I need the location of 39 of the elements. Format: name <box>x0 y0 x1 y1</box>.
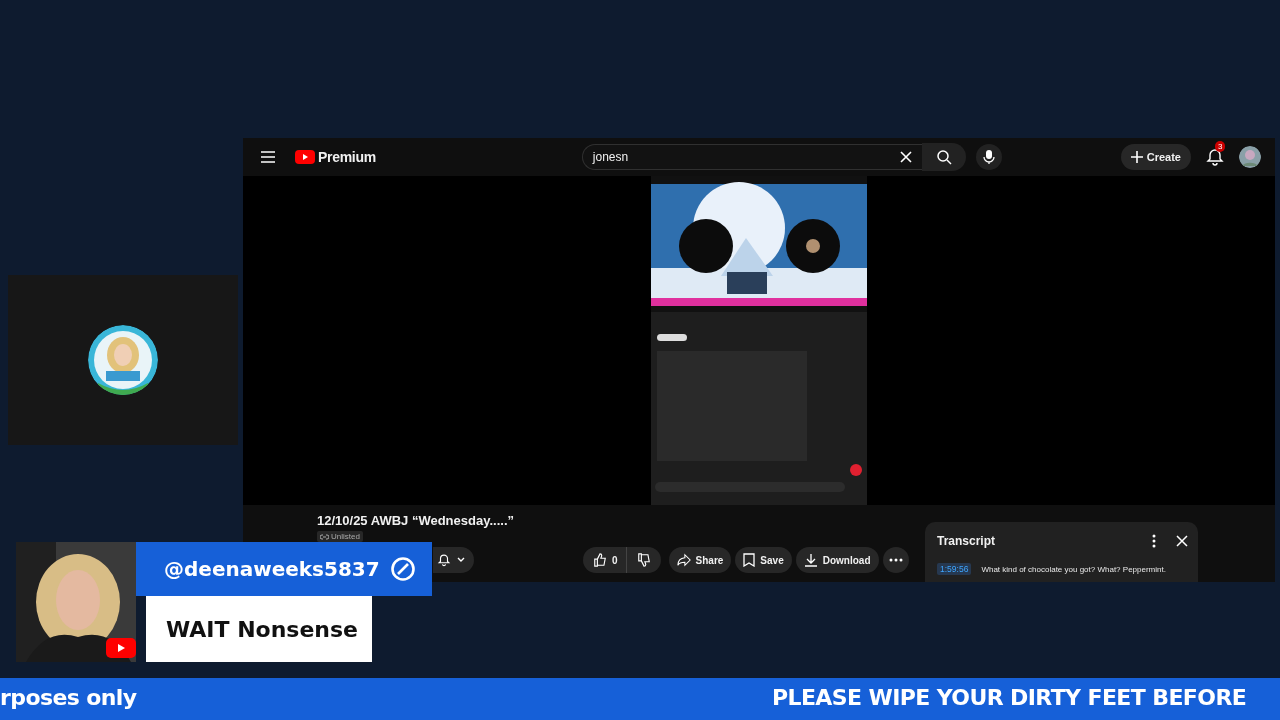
save-button[interactable]: Save <box>735 547 792 573</box>
more-icon <box>888 558 903 562</box>
subscription-bell-button[interactable] <box>433 547 474 573</box>
timestamp-link[interactable]: 1:59:56 <box>937 563 972 575</box>
search-field[interactable]: jonesn <box>581 144 922 170</box>
thumbs-down-icon <box>636 553 651 567</box>
transcript-line: What kind of chocolate you got? What? Peppermint. <box>981 564 1166 574</box>
ticker-text: PLEASE WIPE YOUR DIRTY FEET BEFORE <box>772 685 1247 710</box>
bookmark-icon <box>743 553 756 567</box>
more-icon[interactable] <box>1152 534 1156 548</box>
create-button[interactable]: Create <box>1120 144 1191 170</box>
bell-icon <box>437 553 451 567</box>
unlisted-badge: Unlisted <box>317 531 363 542</box>
plus-icon <box>1130 151 1143 163</box>
more-button[interactable] <box>882 547 909 573</box>
microphone-button[interactable] <box>975 144 1002 170</box>
ticker-text: rposes only <box>0 685 137 710</box>
download-button[interactable]: Download <box>795 547 879 573</box>
play-logo-icon <box>106 638 136 658</box>
menu-icon[interactable] <box>259 148 277 166</box>
microphone-icon <box>982 149 995 165</box>
slashed-circle-icon <box>389 556 416 582</box>
search-icon <box>935 149 952 165</box>
share-arrow-icon <box>676 553 691 567</box>
share-button[interactable]: Share <box>668 547 732 573</box>
avatar-icon[interactable] <box>1239 146 1261 168</box>
caption-text: WAIT Nonsense <box>166 616 359 642</box>
notification-count: 3 <box>1215 141 1226 152</box>
thumbs-up-icon <box>593 553 607 567</box>
close-icon[interactable] <box>1176 535 1188 547</box>
video-title: 12/10/25 AWBJ “Wednesday.....” <box>317 513 514 528</box>
download-icon <box>803 553 818 567</box>
search-button[interactable] <box>921 143 966 171</box>
channel-handle: @deenaweeks5837 <box>164 557 380 581</box>
transcript-title: Transcript <box>937 534 996 548</box>
brand-name[interactable]: Premium <box>318 149 376 165</box>
play-logo-icon <box>295 150 315 164</box>
notifications-icon[interactable] <box>1205 147 1225 167</box>
close-icon[interactable] <box>899 151 912 163</box>
